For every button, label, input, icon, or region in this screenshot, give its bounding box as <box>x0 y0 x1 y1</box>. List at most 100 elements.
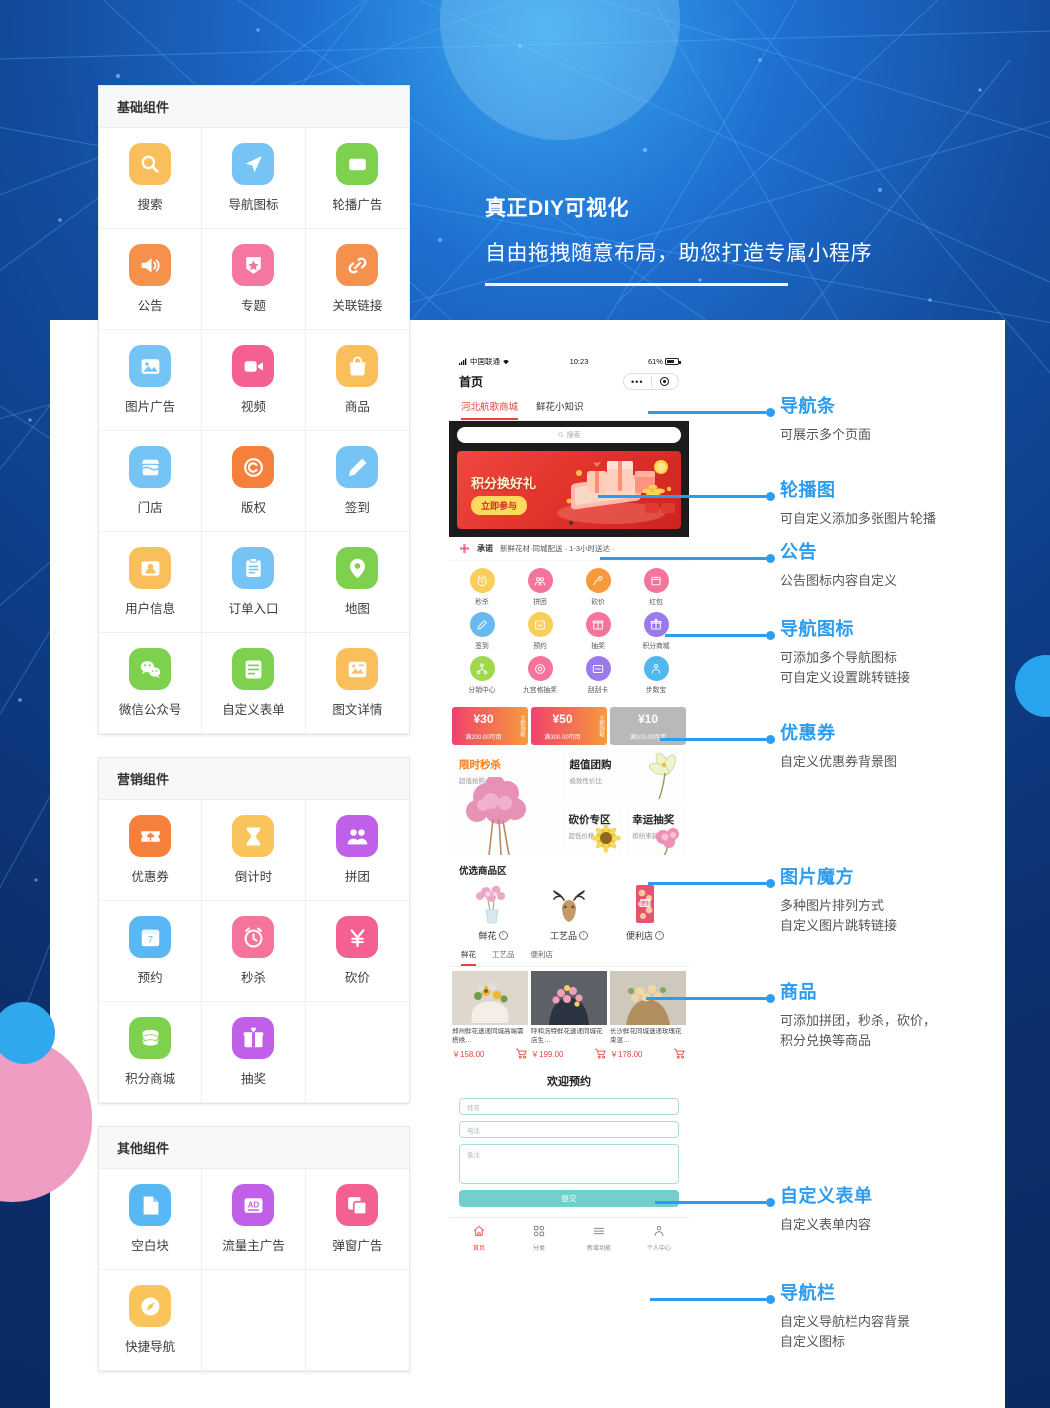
bottom-nav-bar[interactable]: 首页 分类 新增功能 个人中心 <box>449 1217 689 1259</box>
carousel-banner[interactable]: 积分换好礼 立即参与 <box>457 451 681 529</box>
component-item[interactable]: 自定义表单 <box>202 633 306 734</box>
nav-icon-item[interactable]: 步数宝 <box>627 656 685 694</box>
shopping-bag-icon <box>336 345 379 387</box>
bottom-nav-item[interactable]: 个人中心 <box>629 1224 689 1252</box>
target-icon[interactable] <box>652 377 679 386</box>
component-item[interactable]: 快捷导航 <box>99 1270 203 1371</box>
annotation-title: 导航条 <box>780 396 836 416</box>
more-dots-icon[interactable]: ••• <box>624 377 651 387</box>
nav-icon-item[interactable]: 砍价 <box>569 568 627 606</box>
coupon-get-button[interactable]: 立即领取 <box>515 707 528 745</box>
page-tab-bar[interactable]: 河北航歌商城 鲜花小知识 <box>449 396 689 421</box>
form-phone-input[interactable]: 电话 <box>459 1121 679 1138</box>
mini-program-capsule[interactable]: ••• <box>623 373 679 390</box>
category-subtab[interactable]: 鲜花 <box>461 949 476 966</box>
phone-tab[interactable]: 河北航歌商城 <box>461 399 519 420</box>
cube-tile-2[interactable]: 超值团购 极致性价比 <box>561 749 687 803</box>
category-item[interactable]: 便利 便利店 › <box>607 882 683 942</box>
component-item[interactable]: 图片广告 <box>99 330 203 431</box>
nav-icon-item[interactable]: 刮刮卡 <box>569 656 627 694</box>
component-item[interactable]: 门店 <box>99 431 203 532</box>
annotation-desc: 公告图标内容自定义 <box>780 573 898 588</box>
component-item[interactable]: 视频 <box>202 330 306 431</box>
component-item[interactable]: AD 流量主广告 <box>202 1169 306 1270</box>
nav-icon-item[interactable]: 九宫格抽奖 <box>511 656 569 694</box>
component-item[interactable]: 优惠券 <box>99 800 203 901</box>
component-item[interactable]: 拼团 <box>305 800 409 901</box>
cube-tile-1[interactable]: 限时秒杀 超值抢购 <box>451 749 560 855</box>
component-item[interactable]: 微信公众号 <box>99 633 203 734</box>
hourglass-icon <box>232 815 275 857</box>
search-placeholder: 搜索 <box>566 432 581 439</box>
nav-icon-item[interactable]: 积分商城 <box>627 612 685 650</box>
annotation-block: 公告 公告图标内容自定义 <box>780 538 897 591</box>
product-card[interactable]: 呼和浩特鲜花速递同城花店生… ￥199.00 <box>531 971 607 1061</box>
nav-icon-item[interactable]: 分销中心 <box>453 656 511 694</box>
component-item-label: 用户信息 <box>125 602 176 616</box>
component-item[interactable]: 倒计时 <box>202 800 306 901</box>
category-item[interactable]: 鲜花 › <box>455 882 531 942</box>
category-subtab[interactable]: 便利店 <box>531 949 554 966</box>
product-card[interactable]: 长沙鲜花同城速递玫瑰花束混… ￥178.00 <box>610 971 686 1061</box>
map-pin-icon <box>336 547 379 589</box>
cart-icon[interactable] <box>515 1048 528 1061</box>
component-item[interactable]: 商品 <box>305 330 409 431</box>
component-item[interactable]: 图文详情 <box>305 633 409 734</box>
annotation-title: 图片魔方 <box>780 867 854 887</box>
cart-icon[interactable] <box>673 1048 686 1061</box>
nav-icon-item[interactable]: 拼团 <box>511 568 569 606</box>
cube-tile-3[interactable]: 砍价专区 超低价格 <box>561 805 624 855</box>
component-item[interactable]: 抽奖 <box>202 1002 306 1103</box>
nav-icon-item[interactable]: 红包 <box>627 568 685 606</box>
cube-tile-4[interactable]: 幸运抽奖 缤纷来装 <box>625 805 688 855</box>
annotation-title: 商品 <box>780 982 817 1002</box>
bottom-nav-item[interactable]: 新增功能 <box>569 1224 629 1252</box>
bottom-nav-item[interactable]: 首页 <box>449 1224 509 1252</box>
component-item[interactable]: 秒杀 <box>202 901 306 1002</box>
component-item-label: 导航图标 <box>228 198 279 212</box>
component-item[interactable]: 砍价 <box>305 901 409 1002</box>
headline-secondary: 自由拖拽随意布局，助您打造专属小程序 <box>485 242 872 265</box>
red-packet-icon <box>643 568 669 593</box>
component-item[interactable]: 弹窗广告 <box>305 1169 409 1270</box>
blank-page-icon <box>129 1184 172 1226</box>
bottom-nav-item[interactable]: 分类 <box>509 1224 569 1252</box>
product-card[interactable]: 郑州鲜花速递同城高端需搭绣… ￥158.00 <box>452 971 528 1061</box>
nav-icon-item[interactable]: 抽奖 <box>569 612 627 650</box>
component-item[interactable]: 版权 <box>202 431 306 532</box>
component-item[interactable]: 7 预约 <box>99 901 203 1002</box>
component-item[interactable]: 轮播广告 <box>305 128 409 229</box>
search-input[interactable]: 搜索 <box>457 427 681 443</box>
component-item[interactable]: 公告 <box>99 229 203 330</box>
component-item[interactable]: 搜索 <box>99 128 203 229</box>
component-item[interactable]: 专题 <box>202 229 306 330</box>
component-item[interactable]: 订单入口 <box>202 532 306 633</box>
panel-title: 营销组件 <box>99 758 409 800</box>
category-item[interactable]: 工艺品 › <box>531 882 607 942</box>
cart-icon[interactable] <box>594 1048 607 1061</box>
category-subtabs[interactable]: 鲜花 工艺品 便利店 <box>449 946 689 967</box>
nav-icon-item[interactable]: 预约 <box>511 612 569 650</box>
component-item[interactable]: 用户信息 <box>99 532 203 633</box>
banner-cta-button[interactable]: 立即参与 <box>471 496 528 515</box>
component-item[interactable]: 空白块 <box>99 1169 203 1270</box>
coupon-card[interactable]: ¥50 满300.00可用 立即领取 <box>531 707 607 745</box>
component-item[interactable]: 关联链接 <box>305 229 409 330</box>
phone-tab[interactable]: 鲜花小知识 <box>536 399 584 420</box>
nav-icon-label: 步数宝 <box>645 687 667 694</box>
nav-icon-item[interactable]: 签到 <box>453 612 511 650</box>
annotation-leader-line <box>660 738 766 741</box>
carousel-dot[interactable] <box>569 521 573 525</box>
component-item[interactable]: 积分商城 <box>99 1002 203 1103</box>
group-people-icon <box>336 815 379 857</box>
form-name-input[interactable]: 姓名 <box>459 1098 679 1115</box>
coupon-get-button[interactable]: 立即领取 <box>594 707 607 745</box>
category-subtab[interactable]: 工艺品 <box>492 949 515 966</box>
component-item[interactable]: 地图 <box>305 532 409 633</box>
form-submit-button[interactable]: 提交 <box>459 1190 679 1207</box>
form-remark-input[interactable]: 备注 <box>459 1144 679 1184</box>
nav-icon-item[interactable]: 秒杀 <box>453 568 511 606</box>
component-item[interactable]: 签到 <box>305 431 409 532</box>
component-item[interactable]: 导航图标 <box>202 128 306 229</box>
coupon-card[interactable]: ¥30 满200.00可用 立即领取 <box>452 707 528 745</box>
